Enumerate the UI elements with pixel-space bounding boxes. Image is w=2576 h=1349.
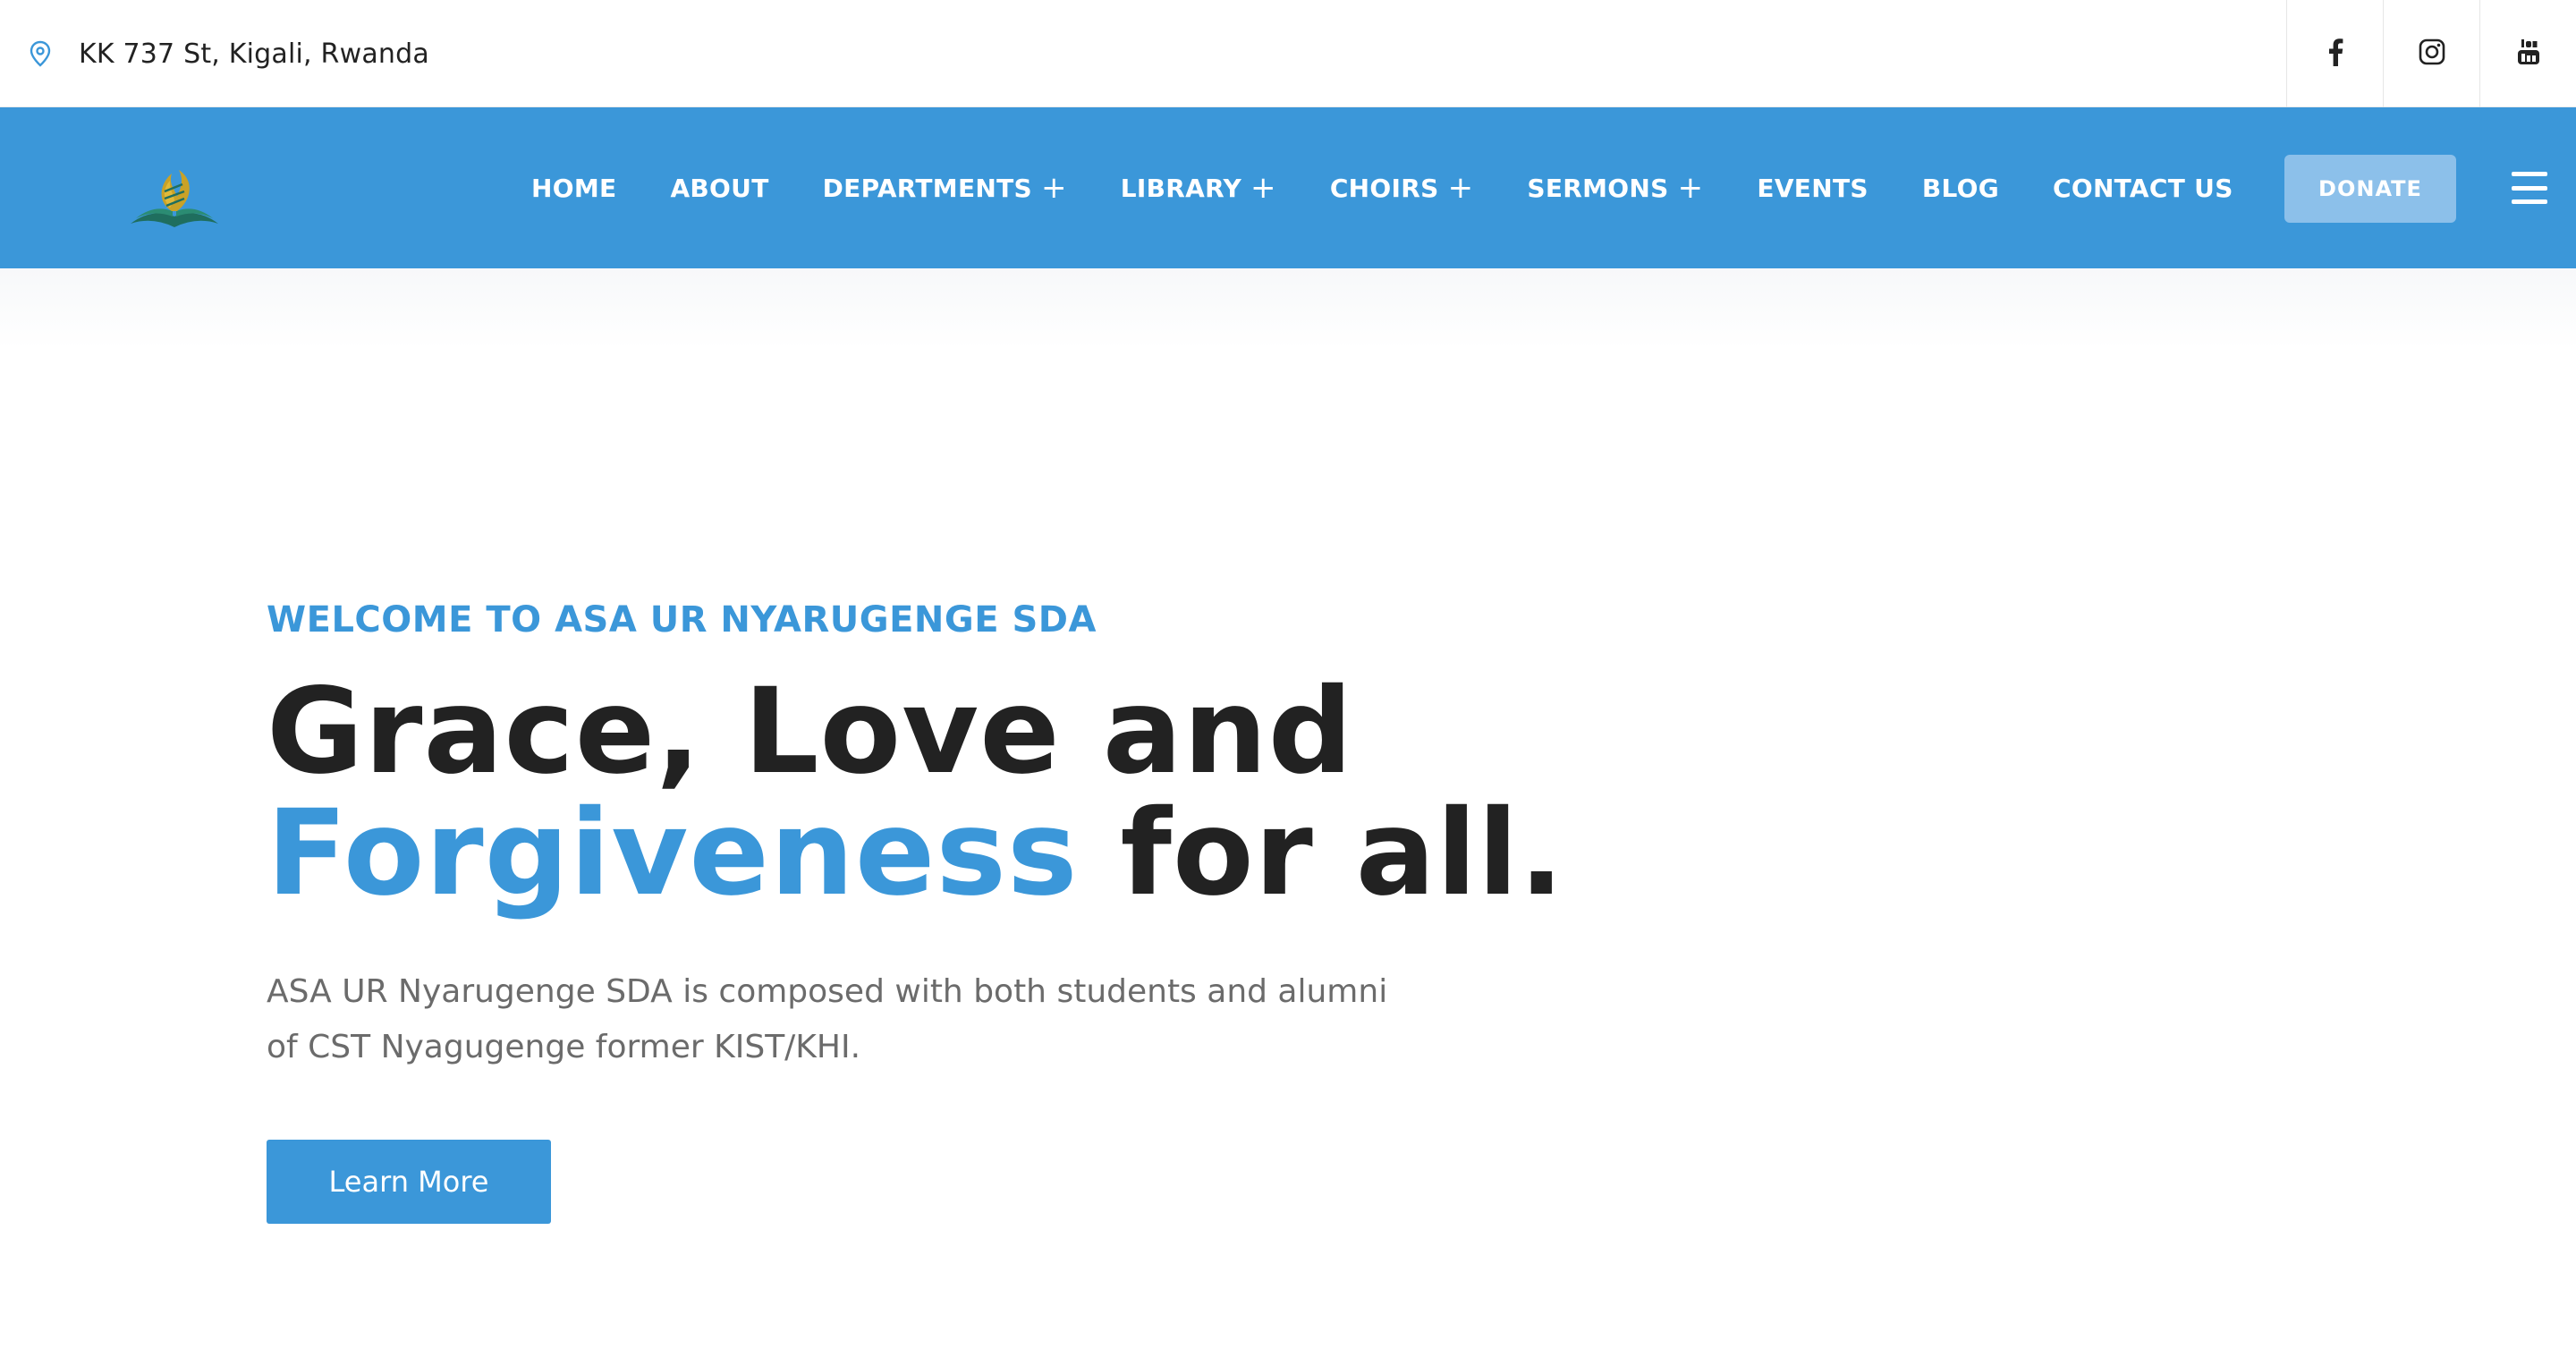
hamburger-menu-icon[interactable] (2512, 172, 2547, 204)
social-links (2286, 0, 2576, 107)
nav-events[interactable]: EVENTS (1757, 174, 1868, 203)
main-menu: HOME ABOUT DEPARTMENTS + LIBRARY + CHOIR… (531, 107, 2287, 268)
nav-contact-us[interactable]: CONTACT US (2053, 174, 2233, 203)
plus-icon: + (1677, 170, 1704, 206)
address-text: KK 737 St, Kigali, Rwanda (79, 38, 429, 70)
main-navbar: HOME ABOUT DEPARTMENTS + LIBRARY + CHOIR… (0, 107, 2576, 268)
nav-home-label: HOME (531, 173, 617, 203)
hamburger-line (2512, 185, 2547, 191)
plus-icon: + (1040, 170, 1067, 206)
nav-about-label: ABOUT (670, 173, 769, 203)
nav-choirs[interactable]: CHOIRS + (1330, 173, 1474, 203)
headline-rest: for all. (1120, 785, 1565, 922)
hero-headline: Grace, Love and Forgiveness for all. (267, 671, 1787, 914)
top-bar: KK 737 St, Kigali, Rwanda (0, 0, 2576, 107)
address-block: KK 737 St, Kigali, Rwanda (29, 0, 429, 107)
nav-contact-us-label: CONTACT US (2053, 173, 2233, 203)
nav-sermons[interactable]: SERMONS + (1527, 173, 1703, 203)
church-logo[interactable] (125, 148, 224, 229)
hamburger-line (2512, 172, 2547, 176)
hero-section: WELCOME TO ASA UR NYARUGENGE SDA Grace, … (267, 599, 1787, 1224)
youtube-link[interactable] (2479, 0, 2576, 107)
location-pin-icon (29, 40, 52, 67)
hero-description: ASA UR Nyarugenge SDA is composed with b… (267, 973, 1388, 1065)
headline-line-1: Grace, Love and (267, 663, 1354, 801)
nav-library[interactable]: LIBRARY + (1121, 173, 1276, 203)
nav-departments[interactable]: DEPARTMENTS + (823, 173, 1067, 203)
nav-choirs-label: CHOIRS (1329, 173, 1439, 203)
facebook-link[interactable] (2286, 0, 2383, 107)
nav-library-label: LIBRARY (1120, 173, 1242, 203)
nav-home[interactable]: HOME (531, 174, 616, 203)
nav-events-label: EVENTS (1757, 173, 1868, 203)
nav-blog-label: BLOG (1921, 173, 1999, 203)
nav-sermons-label: SERMONS (1527, 173, 1669, 203)
hero-eyebrow: WELCOME TO ASA UR NYARUGENGE SDA (267, 599, 1097, 641)
instagram-link[interactable] (2383, 0, 2479, 107)
learn-more-button[interactable]: Learn More (267, 1140, 551, 1224)
instagram-icon (2419, 38, 2445, 69)
nav-about[interactable]: ABOUT (670, 174, 768, 203)
hamburger-line (2512, 199, 2547, 204)
plus-icon: + (1447, 170, 1474, 206)
nav-blog[interactable]: BLOG (1922, 174, 1999, 203)
youtube-icon (2517, 38, 2540, 70)
nav-departments-label: DEPARTMENTS (822, 173, 1032, 203)
plus-icon: + (1250, 170, 1276, 206)
facebook-icon (2327, 38, 2343, 70)
nav-shadow (0, 268, 2576, 349)
page: KK 737 St, Kigali, Rwanda HOME ABOUT DEP… (0, 0, 2576, 1349)
donate-button[interactable]: DONATE (2284, 155, 2456, 223)
headline-line-2: Forgiveness for all. (267, 793, 1787, 914)
headline-accent: Forgiveness (267, 785, 1079, 922)
